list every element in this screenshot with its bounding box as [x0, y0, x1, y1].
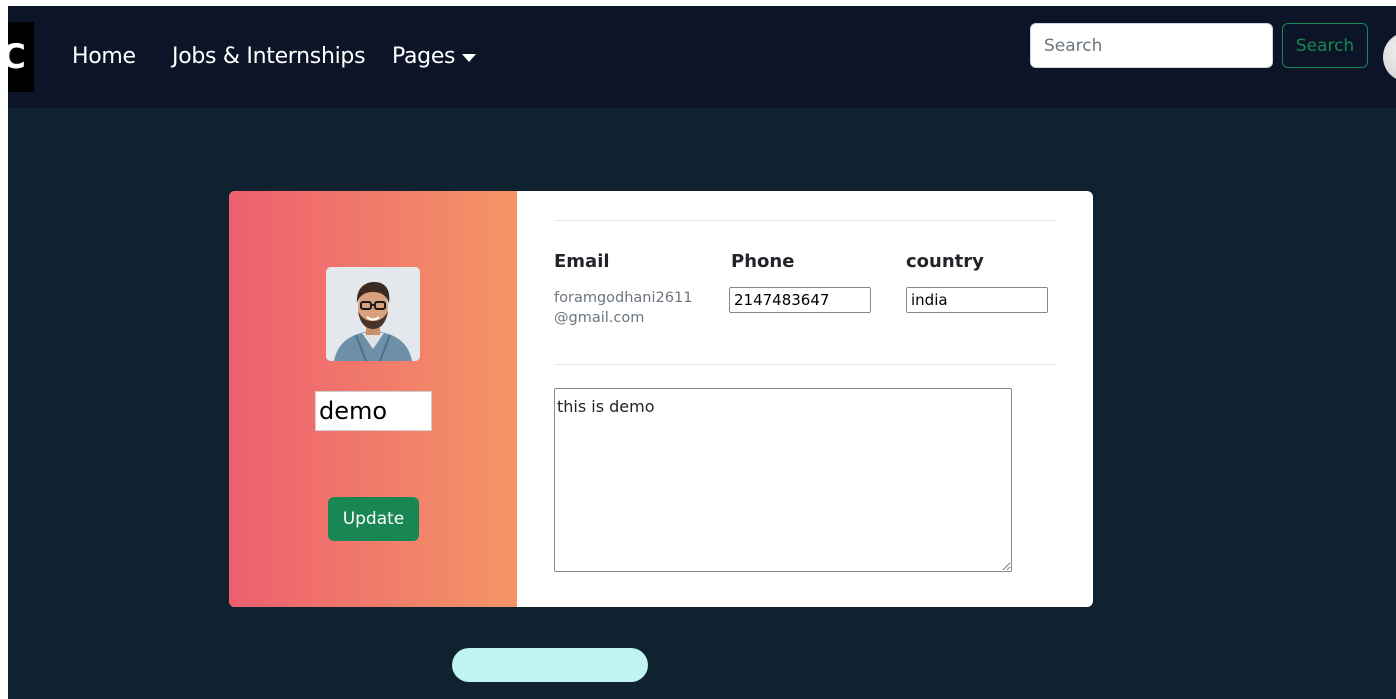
country-input[interactable]	[906, 287, 1048, 313]
search-button[interactable]: Search	[1282, 23, 1368, 68]
email-label: Email	[554, 251, 610, 272]
email-value-line1: foramgodhani2611	[554, 290, 693, 306]
divider	[554, 364, 1056, 365]
email-value: foramgodhani2611 @gmail.com	[554, 288, 704, 328]
update-button[interactable]: Update	[328, 497, 419, 541]
nav-link-jobs-internships[interactable]: Jobs & Internships	[172, 44, 366, 69]
about-textarea[interactable]: this is demo	[554, 388, 1012, 572]
name-input[interactable]	[315, 391, 432, 431]
navbar: C Home Jobs & Internships Pages Search	[8, 6, 1396, 108]
nav-link-pages-dropdown[interactable]: Pages	[392, 44, 456, 69]
phone-label: Phone	[731, 251, 795, 272]
brand-logo[interactable]: C	[8, 22, 34, 92]
pill-button[interactable]	[452, 648, 648, 682]
phone-input[interactable]	[729, 287, 871, 313]
caret-down-icon[interactable]	[462, 54, 476, 62]
search-input[interactable]	[1030, 23, 1273, 68]
country-label: country	[906, 251, 984, 272]
brand-letter: C	[8, 37, 26, 77]
nav-link-home[interactable]: Home	[72, 44, 136, 69]
profile-card: Update Email Phone country foramgodhani2…	[229, 191, 1093, 607]
divider	[554, 220, 1056, 221]
profile-photo-image	[326, 267, 420, 361]
user-avatar[interactable]	[1383, 32, 1396, 82]
profile-sidebar: Update	[229, 191, 517, 607]
profile-photo	[326, 267, 420, 361]
email-value-line2: @gmail.com	[554, 310, 645, 326]
app-frame: C Home Jobs & Internships Pages Search S…	[8, 6, 1396, 699]
